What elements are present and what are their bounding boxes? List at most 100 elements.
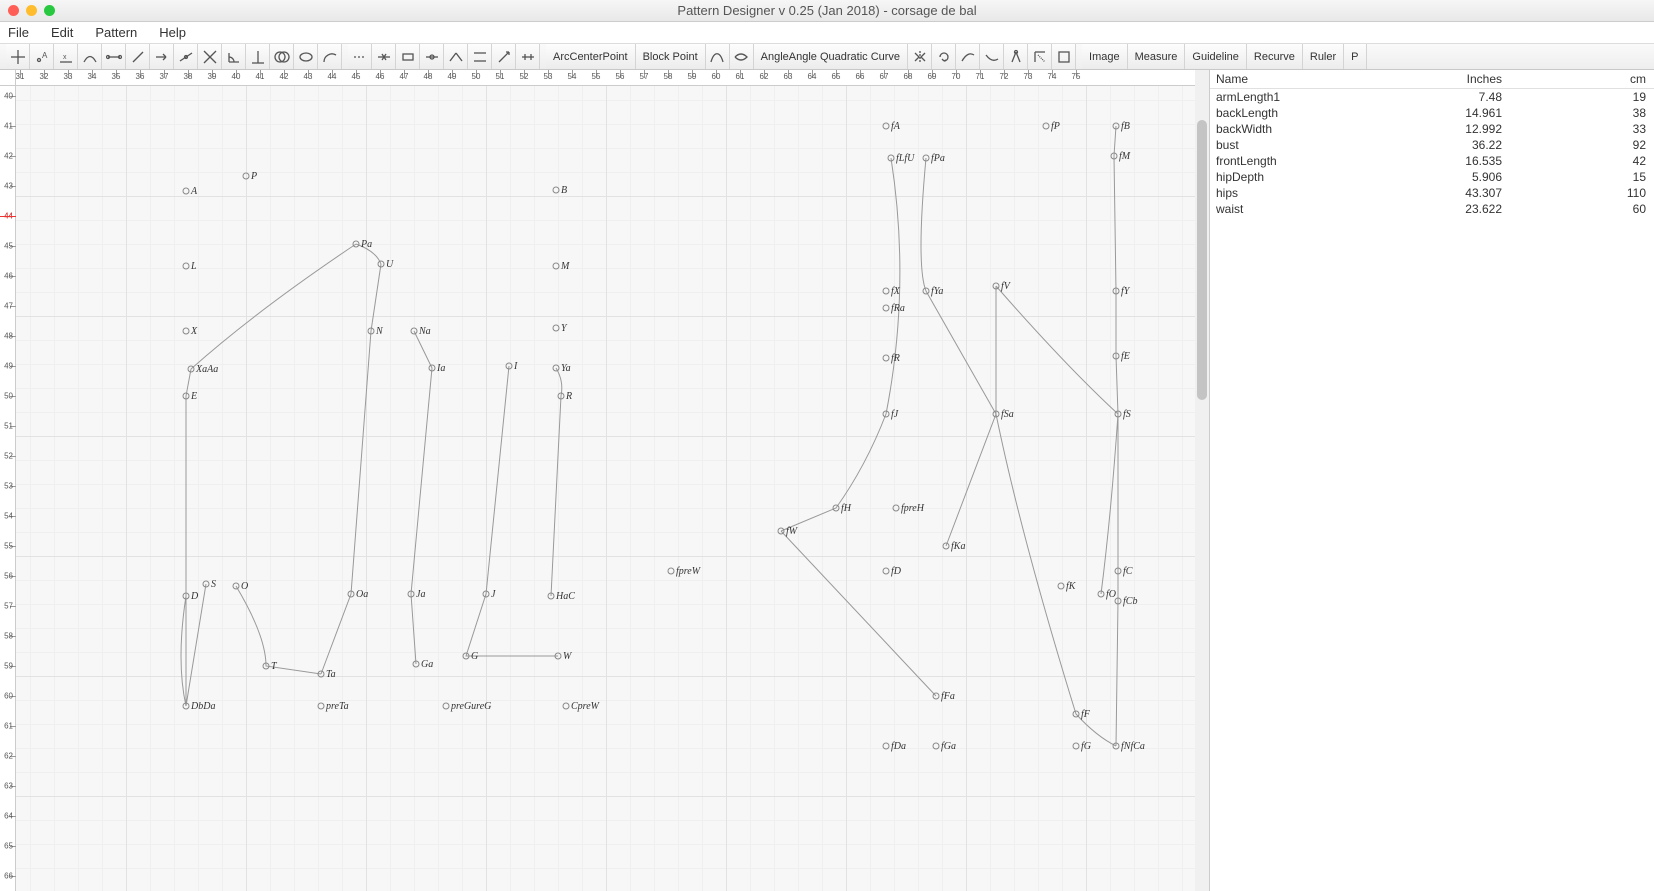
point-A[interactable]: A: [183, 186, 198, 197]
point-Ga[interactable]: Ga: [413, 659, 433, 670]
measure-row[interactable]: waist23.62260: [1210, 201, 1654, 217]
curve-a-icon[interactable]: [706, 44, 730, 70]
rotate-icon[interactable]: [932, 44, 956, 70]
toolbtn-right-4[interactable]: Ruler: [1303, 44, 1344, 69]
point-fpreW[interactable]: fpreW: [668, 566, 702, 577]
point-B[interactable]: B: [553, 185, 567, 196]
crosshair-icon[interactable]: [6, 44, 30, 70]
curve-d-icon[interactable]: [980, 44, 1004, 70]
measure-row[interactable]: hipDepth5.90615: [1210, 169, 1654, 185]
col-name[interactable]: Name: [1210, 72, 1390, 86]
vec-seg-icon[interactable]: [492, 44, 516, 70]
menu-edit[interactable]: Edit: [51, 25, 73, 40]
toolbtn-right-5[interactable]: P: [1344, 44, 1366, 69]
toolbtn-mid2-0[interactable]: AngleAngle Quadratic Curve: [754, 44, 908, 69]
point-Y[interactable]: Y: [553, 323, 568, 334]
point-fF[interactable]: fF: [1073, 709, 1091, 720]
guide-icon[interactable]: [1028, 44, 1052, 70]
point-CpreW[interactable]: CpreW: [563, 701, 601, 712]
toolbtn-mid-1[interactable]: Block Point: [636, 44, 706, 69]
measure-row[interactable]: bust36.2292: [1210, 137, 1654, 153]
point-T[interactable]: T: [263, 661, 278, 672]
close-icon[interactable]: [8, 5, 19, 16]
toolbtn-right-0[interactable]: Image: [1082, 44, 1128, 69]
measure-row[interactable]: frontLength16.53542: [1210, 153, 1654, 169]
circle-intersect-icon[interactable]: [270, 44, 294, 70]
dashed-seg-icon[interactable]: [348, 44, 372, 70]
point-R[interactable]: R: [558, 391, 572, 402]
point-M[interactable]: M: [553, 261, 570, 272]
mirror-h-icon[interactable]: [908, 44, 932, 70]
point-L[interactable]: L: [183, 261, 197, 272]
point-fO[interactable]: fO: [1098, 589, 1116, 600]
point-fNfCa[interactable]: fNfCa: [1113, 741, 1145, 752]
point-DbDa[interactable]: DbDa: [183, 701, 215, 712]
point-fP[interactable]: fP: [1043, 121, 1060, 132]
ellipse-tool-icon[interactable]: [294, 44, 318, 70]
rect-icon[interactable]: [1052, 44, 1076, 70]
seg-e-icon[interactable]: [516, 44, 540, 70]
menu-file[interactable]: File: [8, 25, 29, 40]
measure-row[interactable]: backLength14.96138: [1210, 105, 1654, 121]
menu-pattern[interactable]: Pattern: [95, 25, 137, 40]
toolbtn-right-1[interactable]: Measure: [1128, 44, 1186, 69]
compass-icon[interactable]: [1004, 44, 1028, 70]
point-I[interactable]: I: [506, 361, 518, 372]
segment-icon[interactable]: [174, 44, 198, 70]
measure-row[interactable]: hips43.307110: [1210, 185, 1654, 201]
point-fDa[interactable]: fDa: [883, 741, 906, 752]
point-fD[interactable]: fD: [883, 566, 902, 577]
measure-cm: 110: [1520, 186, 1654, 200]
x-seg-icon[interactable]: [372, 44, 396, 70]
canvas[interactable]: 3132333435363738394041424344454647484950…: [0, 70, 1209, 891]
point-fA[interactable]: fA: [883, 121, 901, 132]
measure-row[interactable]: armLength17.4819: [1210, 89, 1654, 105]
seg-c-icon[interactable]: [444, 44, 468, 70]
label-point-icon[interactable]: A: [30, 44, 54, 70]
point-fX[interactable]: fX: [883, 286, 901, 297]
point-fRa[interactable]: fRa: [883, 303, 905, 314]
point-XaAa[interactable]: XaAa: [188, 364, 218, 375]
point-fK[interactable]: fK: [1058, 581, 1077, 592]
curve-b-icon[interactable]: [730, 44, 754, 70]
curve-c-icon[interactable]: [956, 44, 980, 70]
seg-b-icon[interactable]: [420, 44, 444, 70]
point-fpreH[interactable]: fpreH: [893, 503, 925, 514]
point-E[interactable]: E: [183, 391, 197, 402]
angle-tool-icon[interactable]: [222, 44, 246, 70]
point-fGa[interactable]: fGa: [933, 741, 956, 752]
arc-tool-icon[interactable]: [318, 44, 342, 70]
perpendicular-icon[interactable]: [246, 44, 270, 70]
col-inches[interactable]: Inches: [1390, 72, 1520, 86]
measure-row[interactable]: backWidth12.99233: [1210, 121, 1654, 137]
intersect-icon[interactable]: [198, 44, 222, 70]
diag-line-icon[interactable]: [126, 44, 150, 70]
point-Ya[interactable]: Ya: [553, 363, 571, 374]
toolbtn-right-2[interactable]: Guideline: [1185, 44, 1246, 69]
seg-d-icon[interactable]: [468, 44, 492, 70]
point-fG[interactable]: fG: [1073, 741, 1091, 752]
maximize-icon[interactable]: [44, 5, 55, 16]
point-G[interactable]: G: [463, 651, 478, 662]
menu-help[interactable]: Help: [159, 25, 186, 40]
point-fKa[interactable]: fKa: [943, 541, 965, 552]
point-X[interactable]: X: [183, 326, 198, 337]
point-preTa[interactable]: preTa: [318, 701, 349, 712]
point-fFa[interactable]: fFa: [933, 691, 955, 702]
point-O[interactable]: O: [233, 581, 248, 592]
point-preGureG[interactable]: preGureG: [443, 701, 491, 712]
point-Ta[interactable]: Ta: [318, 669, 336, 680]
scrollbar-vertical[interactable]: [1195, 70, 1209, 891]
line-icon[interactable]: [102, 44, 126, 70]
seg-a-icon[interactable]: [396, 44, 420, 70]
point-fR[interactable]: fR: [883, 353, 900, 364]
toolbtn-right-3[interactable]: Recurve: [1247, 44, 1303, 69]
point-P[interactable]: P: [243, 171, 257, 182]
arrow-tool-icon[interactable]: [150, 44, 174, 70]
xaxis-point-icon[interactable]: x: [54, 44, 78, 70]
col-cm[interactable]: cm: [1520, 72, 1654, 86]
toolbtn-mid-0[interactable]: ArcCenterPoint: [546, 44, 636, 69]
point-HaC[interactable]: HaC: [548, 591, 575, 602]
curve-tool-icon[interactable]: [78, 44, 102, 70]
minimize-icon[interactable]: [26, 5, 37, 16]
